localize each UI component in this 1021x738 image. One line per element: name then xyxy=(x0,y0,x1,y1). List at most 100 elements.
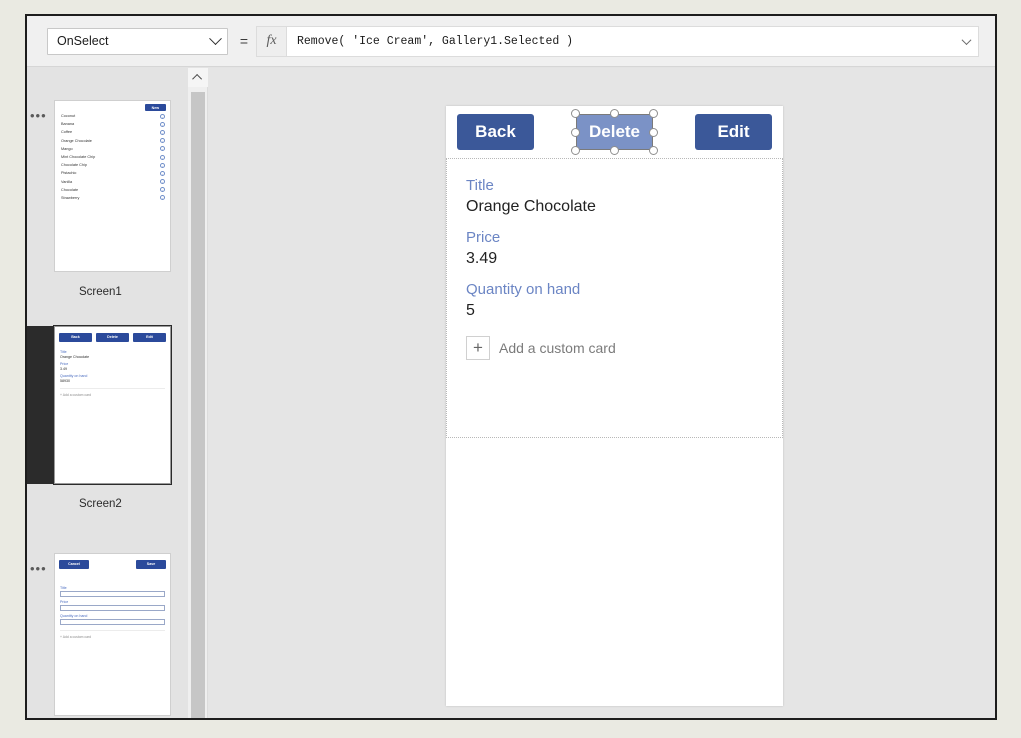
chevron-right-icon: › xyxy=(160,129,165,135)
field-value: 3.49 xyxy=(466,250,498,267)
list-item[interactable]: Chocolate Chip › xyxy=(58,161,167,169)
list-item[interactable]: Vanilla › xyxy=(58,178,167,186)
list-item-label: Vanilla xyxy=(61,179,73,184)
chevron-right-icon: › xyxy=(160,162,165,168)
field-label: Title xyxy=(466,177,494,194)
list-item[interactable]: Orange Chocolate › xyxy=(58,137,167,145)
plus-icon: + xyxy=(466,336,490,360)
chevron-right-icon: › xyxy=(160,113,165,119)
formula-input[interactable]: Remove( 'Ice Cream', Gallery1.Selected ) xyxy=(286,25,979,57)
screen2-field-label: Price xyxy=(60,362,69,366)
list-item-label: Chocolate Chip xyxy=(61,163,87,168)
screen2-thumbnail[interactable]: Back Delete Edit Title Orange Chocolate … xyxy=(54,326,171,484)
property-dropdown-value: OnSelect xyxy=(57,34,109,48)
list-item[interactable]: Mint Chocolate Chip › xyxy=(58,153,167,161)
chevron-right-icon: › xyxy=(160,154,165,160)
screen1-new-button[interactable]: New xyxy=(144,104,166,111)
field-value: 5 xyxy=(466,302,475,319)
screens-panel[interactable]: ••• New Coconut › Banana › Coffee › Orange … xyxy=(27,68,187,718)
chevron-right-icon: › xyxy=(160,187,165,193)
edit-button[interactable]: Edit xyxy=(695,114,772,150)
resize-handle-ne[interactable] xyxy=(649,109,658,118)
screen2-field-value: 58930 xyxy=(60,379,70,383)
screen3-thumbnail[interactable]: Cancel Save Title Price Quantity on hand… xyxy=(54,553,171,716)
list-item[interactable]: Coffee › xyxy=(58,128,167,136)
form-field-price[interactable]: Price 3.49 xyxy=(447,229,782,268)
chevron-right-icon: › xyxy=(160,195,165,201)
screen1-more-options-icon[interactable]: ••• xyxy=(30,109,47,122)
screen3-field-input[interactable] xyxy=(60,619,165,625)
screen1-label: Screen1 xyxy=(79,286,122,298)
list-item[interactable]: Banana › xyxy=(58,120,167,128)
scroll-up-button[interactable] xyxy=(188,68,208,87)
screen2-field-value: 3.49 xyxy=(60,367,67,371)
screen1-gallery: Coconut › Banana › Coffee › Orange Chocolat… xyxy=(55,112,170,202)
screen2-add-custom-card[interactable]: + Add a custom card xyxy=(60,388,165,397)
list-item-label: Banana xyxy=(61,122,75,127)
field-label: Price xyxy=(466,229,501,246)
screen3-add-custom-card[interactable]: + Add a custom card xyxy=(60,630,165,639)
chevron-down-icon[interactable] xyxy=(961,34,972,45)
add-custom-card-label: Add a custom card xyxy=(499,340,616,356)
list-item[interactable]: Chocolate › xyxy=(58,186,167,194)
field-value: Orange Chocolate xyxy=(466,198,596,215)
phone-screen-canvas[interactable]: Back Delete Edit Title Orange Chocolate … xyxy=(446,106,783,706)
chevron-right-icon: › xyxy=(160,121,165,127)
screen3-cancel-button[interactable]: Cancel xyxy=(59,559,89,569)
chevron-right-icon: › xyxy=(160,170,165,176)
list-item-label: Orange Chocolate xyxy=(61,138,92,143)
resize-handle-s[interactable] xyxy=(610,146,619,155)
canvas-vertical-scrollbar[interactable] xyxy=(188,68,208,718)
list-item-label: Chocolate xyxy=(61,187,79,192)
resize-handle-sw[interactable] xyxy=(571,146,580,155)
add-custom-card-button[interactable]: + Add a custom card xyxy=(447,333,782,360)
list-item[interactable]: Coconut › xyxy=(58,112,167,120)
screen3-field-label: Price xyxy=(60,600,69,604)
delete-button[interactable]: Delete xyxy=(576,114,653,150)
chevron-up-icon xyxy=(191,73,202,84)
list-item-label: Strawberry xyxy=(61,195,80,200)
formula-text: Remove( 'Ice Cream', Gallery1.Selected ) xyxy=(297,34,574,48)
list-item[interactable]: Strawberry › xyxy=(58,194,167,202)
list-item-label: Mango xyxy=(61,146,73,151)
list-item[interactable]: Mango › xyxy=(58,145,167,153)
resize-handle-w[interactable] xyxy=(571,127,580,137)
resize-handle-nw[interactable] xyxy=(571,109,580,118)
chevron-down-icon xyxy=(209,31,222,45)
field-label: Quantity on hand xyxy=(466,281,581,298)
powerapps-studio-window: OnSelect = fx Remove( 'Ice Cream', Galle… xyxy=(25,14,997,720)
screen2-back-button[interactable]: Back xyxy=(59,332,92,342)
screen3-field-input[interactable] xyxy=(60,591,165,597)
canvas-area: Back Delete Edit Title Orange Chocolate … xyxy=(188,68,995,718)
back-button[interactable]: Back xyxy=(457,114,534,150)
screen2-form: Title Orange Chocolate Price 3.49 Quanti… xyxy=(55,344,170,400)
resize-handle-n[interactable] xyxy=(610,109,619,118)
screen2-label: Screen2 xyxy=(79,498,122,510)
screen3-field-input[interactable] xyxy=(60,605,165,611)
list-item-label: Pistachio xyxy=(61,171,77,176)
screen-button-bar: Back Delete Edit xyxy=(446,106,783,158)
screen3-form: Title Price Quantity on hand + Add a cus… xyxy=(55,571,170,642)
form-field-title[interactable]: Title Orange Chocolate xyxy=(447,177,782,216)
delete-button-selection: Delete xyxy=(571,109,658,155)
resize-handle-se[interactable] xyxy=(649,146,658,155)
property-dropdown[interactable]: OnSelect xyxy=(47,27,228,55)
scrollbar-thumb[interactable] xyxy=(191,92,205,718)
screen2-more-options-icon[interactable]: ••• xyxy=(30,335,47,348)
chevron-right-icon: › xyxy=(160,179,165,185)
list-item[interactable]: Pistachio › xyxy=(58,169,167,177)
display-form[interactable]: Title Orange Chocolate Price 3.49 Quanti… xyxy=(446,158,783,438)
screen1-thumbnail[interactable]: New Coconut › Banana › Coffee › Orange Choc… xyxy=(54,100,171,272)
list-item-label: Coconut xyxy=(61,114,76,119)
list-item-label: Coffee xyxy=(61,130,73,135)
chevron-right-icon: › xyxy=(160,138,165,144)
list-item-label: Mint Chocolate Chip xyxy=(61,155,96,160)
formula-bar: OnSelect = fx Remove( 'Ice Cream', Galle… xyxy=(27,16,995,67)
screen3-save-button[interactable]: Save xyxy=(136,559,166,569)
screen2-delete-button[interactable]: Delete xyxy=(96,332,129,342)
resize-handle-e[interactable] xyxy=(649,127,658,137)
screen2-edit-button[interactable]: Edit xyxy=(133,332,166,342)
fx-icon: fx xyxy=(256,25,286,57)
screen3-more-options-icon[interactable]: ••• xyxy=(30,562,47,575)
form-field-quantity[interactable]: Quantity on hand 5 xyxy=(447,281,782,320)
